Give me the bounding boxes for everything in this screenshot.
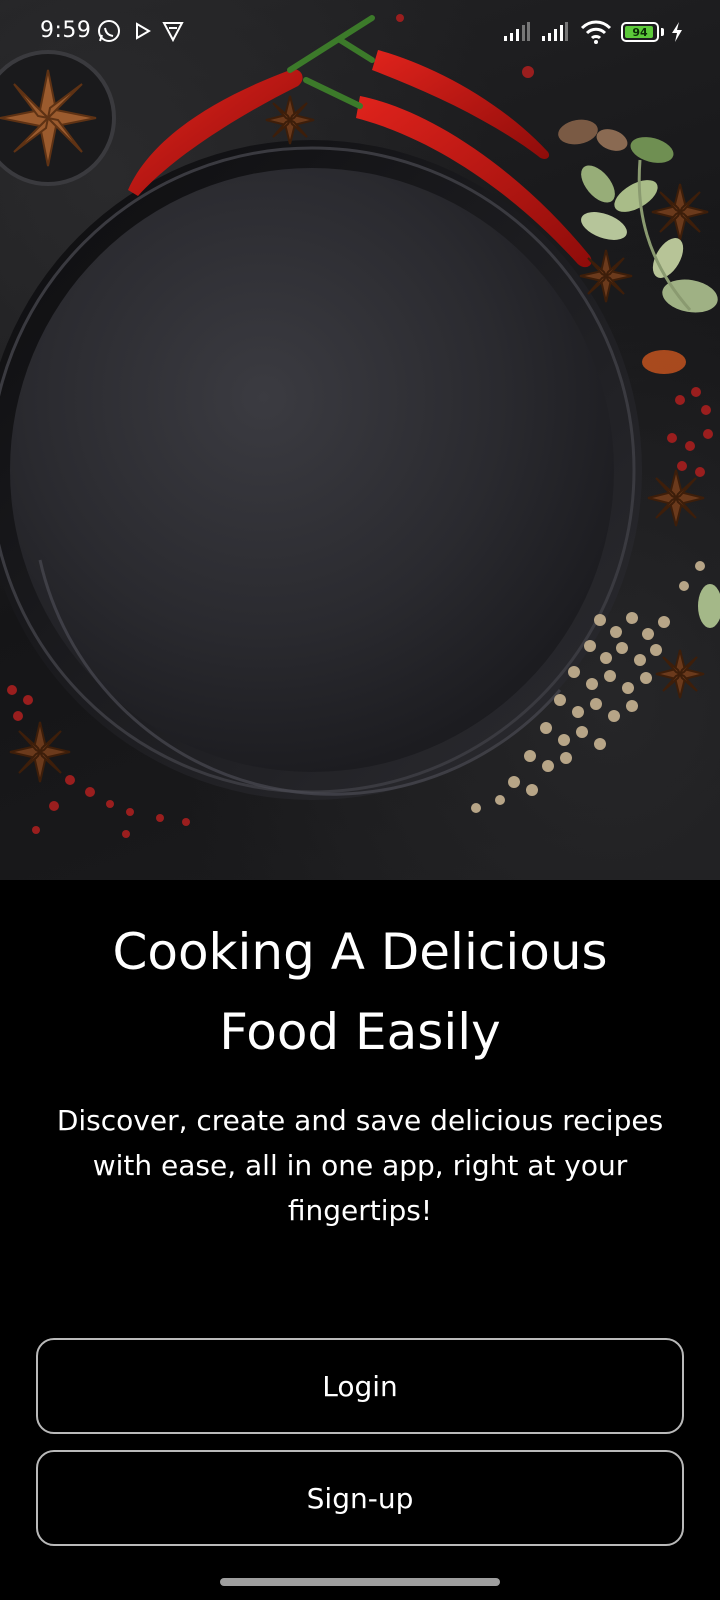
description-text: Discover, create and save delicious reci…: [56, 1104, 664, 1227]
battery-level: 94: [632, 25, 648, 39]
signup-button[interactable]: Sign-up: [36, 1450, 684, 1546]
hero-food-image: [0, 0, 720, 880]
home-indicator[interactable]: [220, 1578, 500, 1586]
play-icon: [134, 22, 152, 44]
plate: [0, 140, 642, 800]
battery-cap: [661, 28, 664, 36]
battery-icon: 94: [621, 22, 659, 42]
signal-icon: [542, 22, 568, 46]
headline: Cooking A Delicious Food Easily: [40, 912, 680, 1072]
vpn-shield-icon: [162, 20, 184, 46]
login-button[interactable]: Login: [36, 1338, 684, 1434]
signal-icon: [504, 22, 530, 46]
headline-line-1: Cooking A Delicious: [112, 923, 608, 981]
wifi-icon: [580, 20, 612, 48]
hero-illustration: [0, 14, 720, 838]
status-bar: 9:59 94: [0, 0, 720, 66]
spice-bowl: [0, 50, 116, 186]
charging-icon: [670, 22, 684, 46]
whatsapp-icon: [96, 18, 122, 48]
headline-line-2: Food Easily: [219, 1003, 501, 1061]
status-time: 9:59: [40, 18, 92, 43]
